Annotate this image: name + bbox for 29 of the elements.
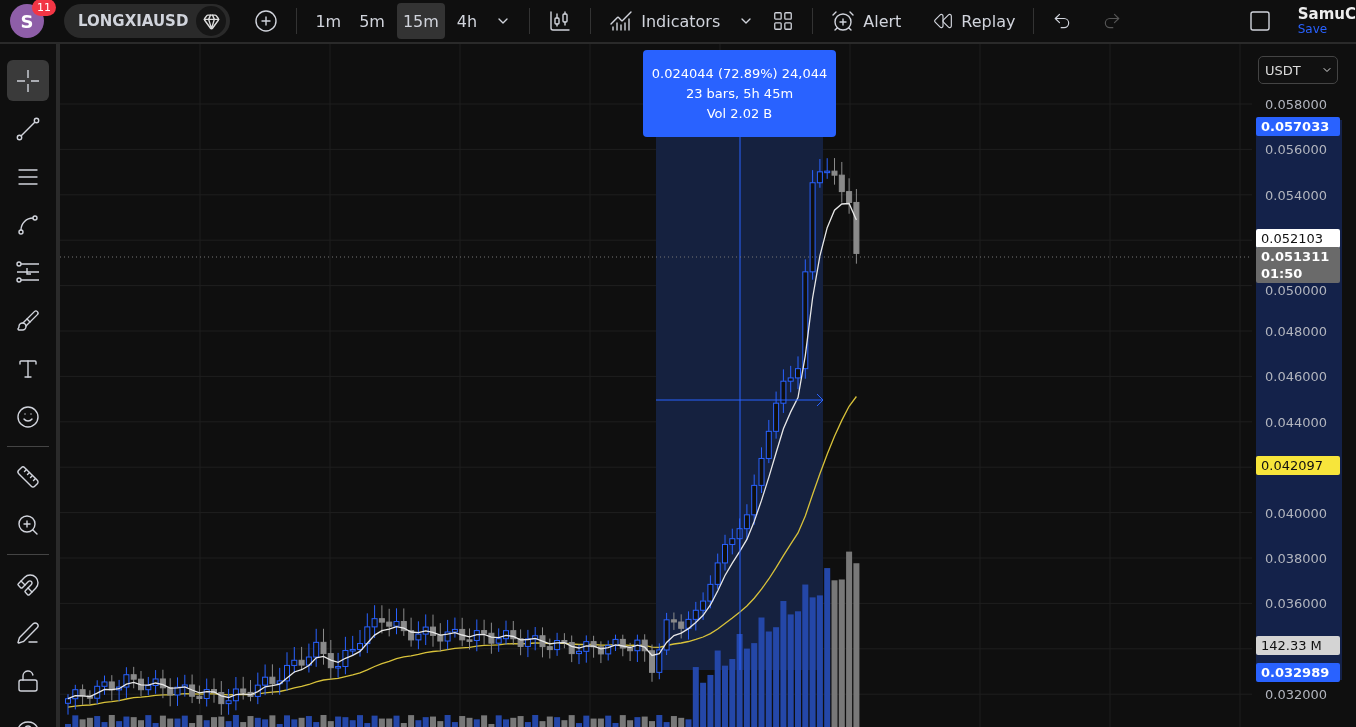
price-tick: 0.032000 [1265,686,1328,702]
notification-badge: 11 [32,0,56,16]
price-tick: 0.036000 [1265,595,1328,611]
measure-text: 23 bars, 5h 45m [685,86,794,101]
price-tick: 0.050000 [1265,282,1328,298]
currency-dropdown[interactable]: USDT [1258,56,1338,84]
indicators-button[interactable]: Indicators [603,4,727,38]
price-tick: 0.058000 [1265,96,1328,112]
price-label: 0.051311 01:50 [1256,246,1340,283]
price-tick: 0.038000 [1265,550,1328,566]
timeframe-tab[interactable]: 5m [353,3,391,39]
save-status: Save [1297,22,1328,36]
price-tick: 0.048000 [1265,323,1328,339]
measure-text: 0.024044 (72.89%) 24,044 [651,66,828,81]
timeframe-tab[interactable]: 4h [450,3,484,39]
replay-button[interactable]: Replay [927,4,1022,38]
measure-text: Vol 2.02 B [706,106,773,121]
price-label: 0.057033 [1256,116,1340,136]
timeframe-tab[interactable]: 15m [396,3,445,39]
symbol-search[interactable]: LONGXIAUSD [64,4,231,38]
price-tick: 0.046000 [1265,368,1328,384]
price-tick: 0.054000 [1265,187,1328,203]
price-tick: 0.044000 [1265,414,1328,430]
timeframe-tab[interactable]: 1m [309,3,348,39]
volume-label: 142.33 M [1256,636,1340,655]
user-name[interactable]: SamuC [1297,6,1356,23]
price-tick: 0.056000 [1265,141,1328,157]
price-tick: 0.040000 [1265,505,1328,521]
alert-button[interactable]: Alert [825,4,908,38]
